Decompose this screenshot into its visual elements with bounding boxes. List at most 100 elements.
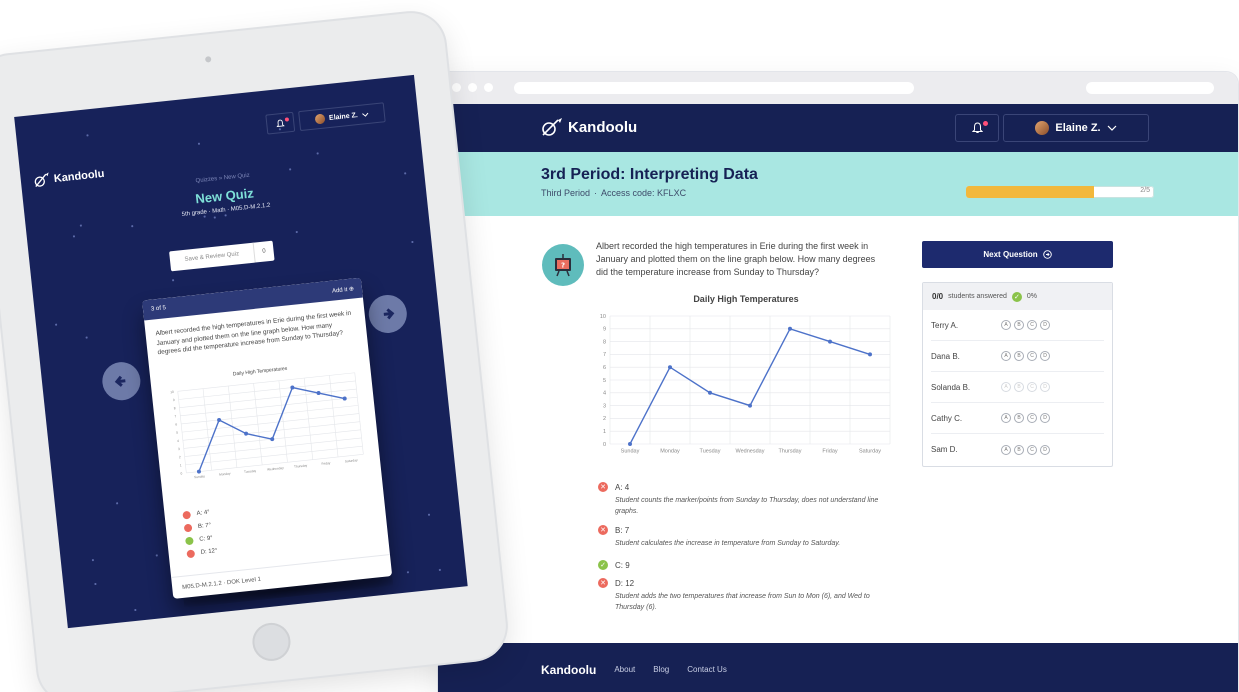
browser-toolbar — [438, 72, 1238, 104]
tablet-home-button[interactable] — [250, 621, 293, 663]
plus-circle-icon: ⊕ — [348, 285, 355, 293]
save-count: 0 — [252, 240, 275, 263]
answer-option-row: ✕ B: 7 — [598, 525, 885, 535]
wrong-x-icon — [183, 523, 193, 533]
notifications-button[interactable] — [955, 114, 999, 142]
y-tick-label: 5 — [603, 378, 606, 384]
answer-option: ✕ D: 12 Student adds the two temperatures … — [598, 578, 885, 613]
student-name: Cathy C. — [931, 413, 963, 423]
answer-explanation: Student calculates the increase in tempe… — [615, 540, 841, 547]
data-point — [342, 396, 347, 401]
star — [91, 559, 94, 561]
choice-bubble: B — [1014, 413, 1024, 423]
student-name: Sam D. — [931, 445, 958, 454]
page-title: 3rd Period: Interpreting Data — [541, 166, 758, 183]
x-tick-label: Saturday — [859, 449, 881, 455]
access-code: Access code: KFLXC — [601, 188, 687, 198]
tablet-camera — [204, 56, 212, 63]
svg-text:?: ? — [561, 262, 565, 270]
star — [411, 240, 413, 243]
student-choices: ABCD — [1001, 413, 1050, 423]
student-name: Solanda B. — [931, 382, 971, 392]
star — [427, 513, 430, 516]
next-question-arrow[interactable] — [366, 293, 409, 335]
chevron-down-icon — [361, 112, 369, 117]
student-row[interactable]: Sam D. A B C D — [931, 434, 1104, 465]
avatar — [1035, 121, 1050, 135]
brand-logo[interactable]: Kandoolu — [540, 117, 637, 137]
y-tick-label: 4 — [603, 391, 606, 397]
question-text: Albert recorded the high temperatures in… — [596, 241, 876, 277]
question-card[interactable]: 3 of 5 Add it ⊕ Albert recorded the high… — [142, 277, 393, 599]
y-tick-label: 8 — [603, 339, 606, 345]
browser-search-bar[interactable] — [1086, 82, 1214, 94]
window-dot[interactable] — [484, 83, 493, 92]
choice-bubble: D — [1040, 320, 1050, 330]
x-tick-label: Sunday — [621, 449, 640, 455]
star — [316, 152, 319, 155]
data-point — [708, 390, 712, 395]
choice-bubble: C — [1027, 382, 1037, 392]
data-point — [196, 469, 201, 474]
answer-option-row: ✓ C: 9 — [598, 560, 630, 570]
choice-bubble: B — [1014, 382, 1024, 392]
series-line — [629, 327, 871, 445]
y-tick-label: 4 — [177, 439, 179, 443]
choice-bubble: B — [1014, 351, 1024, 361]
app-header: Kandoolu Elaine Z. — [438, 104, 1238, 152]
footer-link-contact[interactable]: Contact Us — [687, 665, 727, 674]
answers-count: 0/0 — [932, 292, 944, 301]
grid-line — [329, 375, 339, 457]
student-row[interactable]: Solanda B. A B C D — [931, 372, 1104, 403]
chevron-down-icon — [1107, 125, 1117, 131]
card-counter: 3 of 5 — [150, 305, 167, 313]
answer-option-label: C: 9 — [615, 560, 630, 570]
avatar — [314, 113, 326, 125]
x-tick-label: Monday — [219, 471, 231, 476]
y-tick-label: 8 — [174, 406, 176, 410]
address-bar[interactable] — [514, 82, 914, 94]
progress-label: 2/5 — [1140, 187, 1150, 194]
answer-option: ✕ B: 7 Student calculates the increase in … — [598, 525, 885, 549]
card-answer-label: A: 4° — [196, 509, 210, 518]
marketing-composite: Kandoolu Elaine Z. 3rd Period: Interpret… — [0, 0, 1239, 692]
student-row[interactable]: Cathy C. A B C D — [931, 403, 1104, 434]
easel-icon: ? — [555, 254, 571, 277]
choice-bubble: A — [1001, 413, 1011, 423]
user-menu[interactable]: Elaine Z. — [1003, 114, 1149, 142]
student-answers-panel: 0/0 students answered ✓ 0% Terry A. A B C D D… — [922, 282, 1113, 467]
save-review-button[interactable]: Save & Review Quiz 0 — [169, 240, 275, 272]
answers-percent: 0% — [1026, 293, 1038, 300]
x-tick-label: Tuesday — [244, 469, 257, 474]
footer-link-about[interactable]: About — [614, 665, 635, 674]
y-tick-label: 1 — [180, 463, 182, 467]
choice-bubble: D — [1040, 351, 1050, 361]
answers-label: students answered — [948, 293, 1007, 300]
footer-brand[interactable]: Kandoolu — [541, 663, 596, 677]
data-point — [316, 391, 321, 396]
choice-bubble: A — [1001, 382, 1011, 392]
tablet-brand-logo[interactable]: Kandoolu — [32, 166, 105, 188]
x-tick-label: Sunday — [194, 474, 206, 479]
answers-summary: 0/0 students answered ✓ 0% — [923, 283, 1112, 310]
previous-question-button[interactable] — [100, 360, 143, 403]
footer-link-blog[interactable]: Blog — [653, 665, 669, 674]
answer-option-label: A: 4 — [615, 482, 630, 492]
student-row[interactable]: Dana B. A B C D — [931, 341, 1104, 372]
student-row[interactable]: Terry A. A B C D — [931, 310, 1104, 341]
brand-name: Kandoolu — [53, 167, 105, 185]
x-tick-label: Monday — [660, 449, 680, 455]
next-question-button[interactable]: Next Question — [922, 241, 1113, 268]
save-review-label: Save & Review Quiz — [184, 251, 240, 263]
quiz-subtitle: Third Period · Access code: KFLXC — [541, 188, 686, 198]
answer-option-label: B: 7 — [615, 525, 630, 535]
arrow-left-icon — [114, 375, 126, 387]
star — [438, 568, 441, 571]
answer-option-label: D: 12 — [615, 578, 635, 588]
tablet-user-menu[interactable]: Elaine Z. — [298, 102, 386, 132]
separator: · — [594, 188, 598, 198]
tablet-notifications-button[interactable] — [265, 111, 296, 135]
student-choices: ABCD — [1001, 351, 1050, 361]
x-tick-label: Friday — [822, 449, 838, 455]
add-question-button[interactable]: Add it ⊕ — [332, 285, 355, 294]
